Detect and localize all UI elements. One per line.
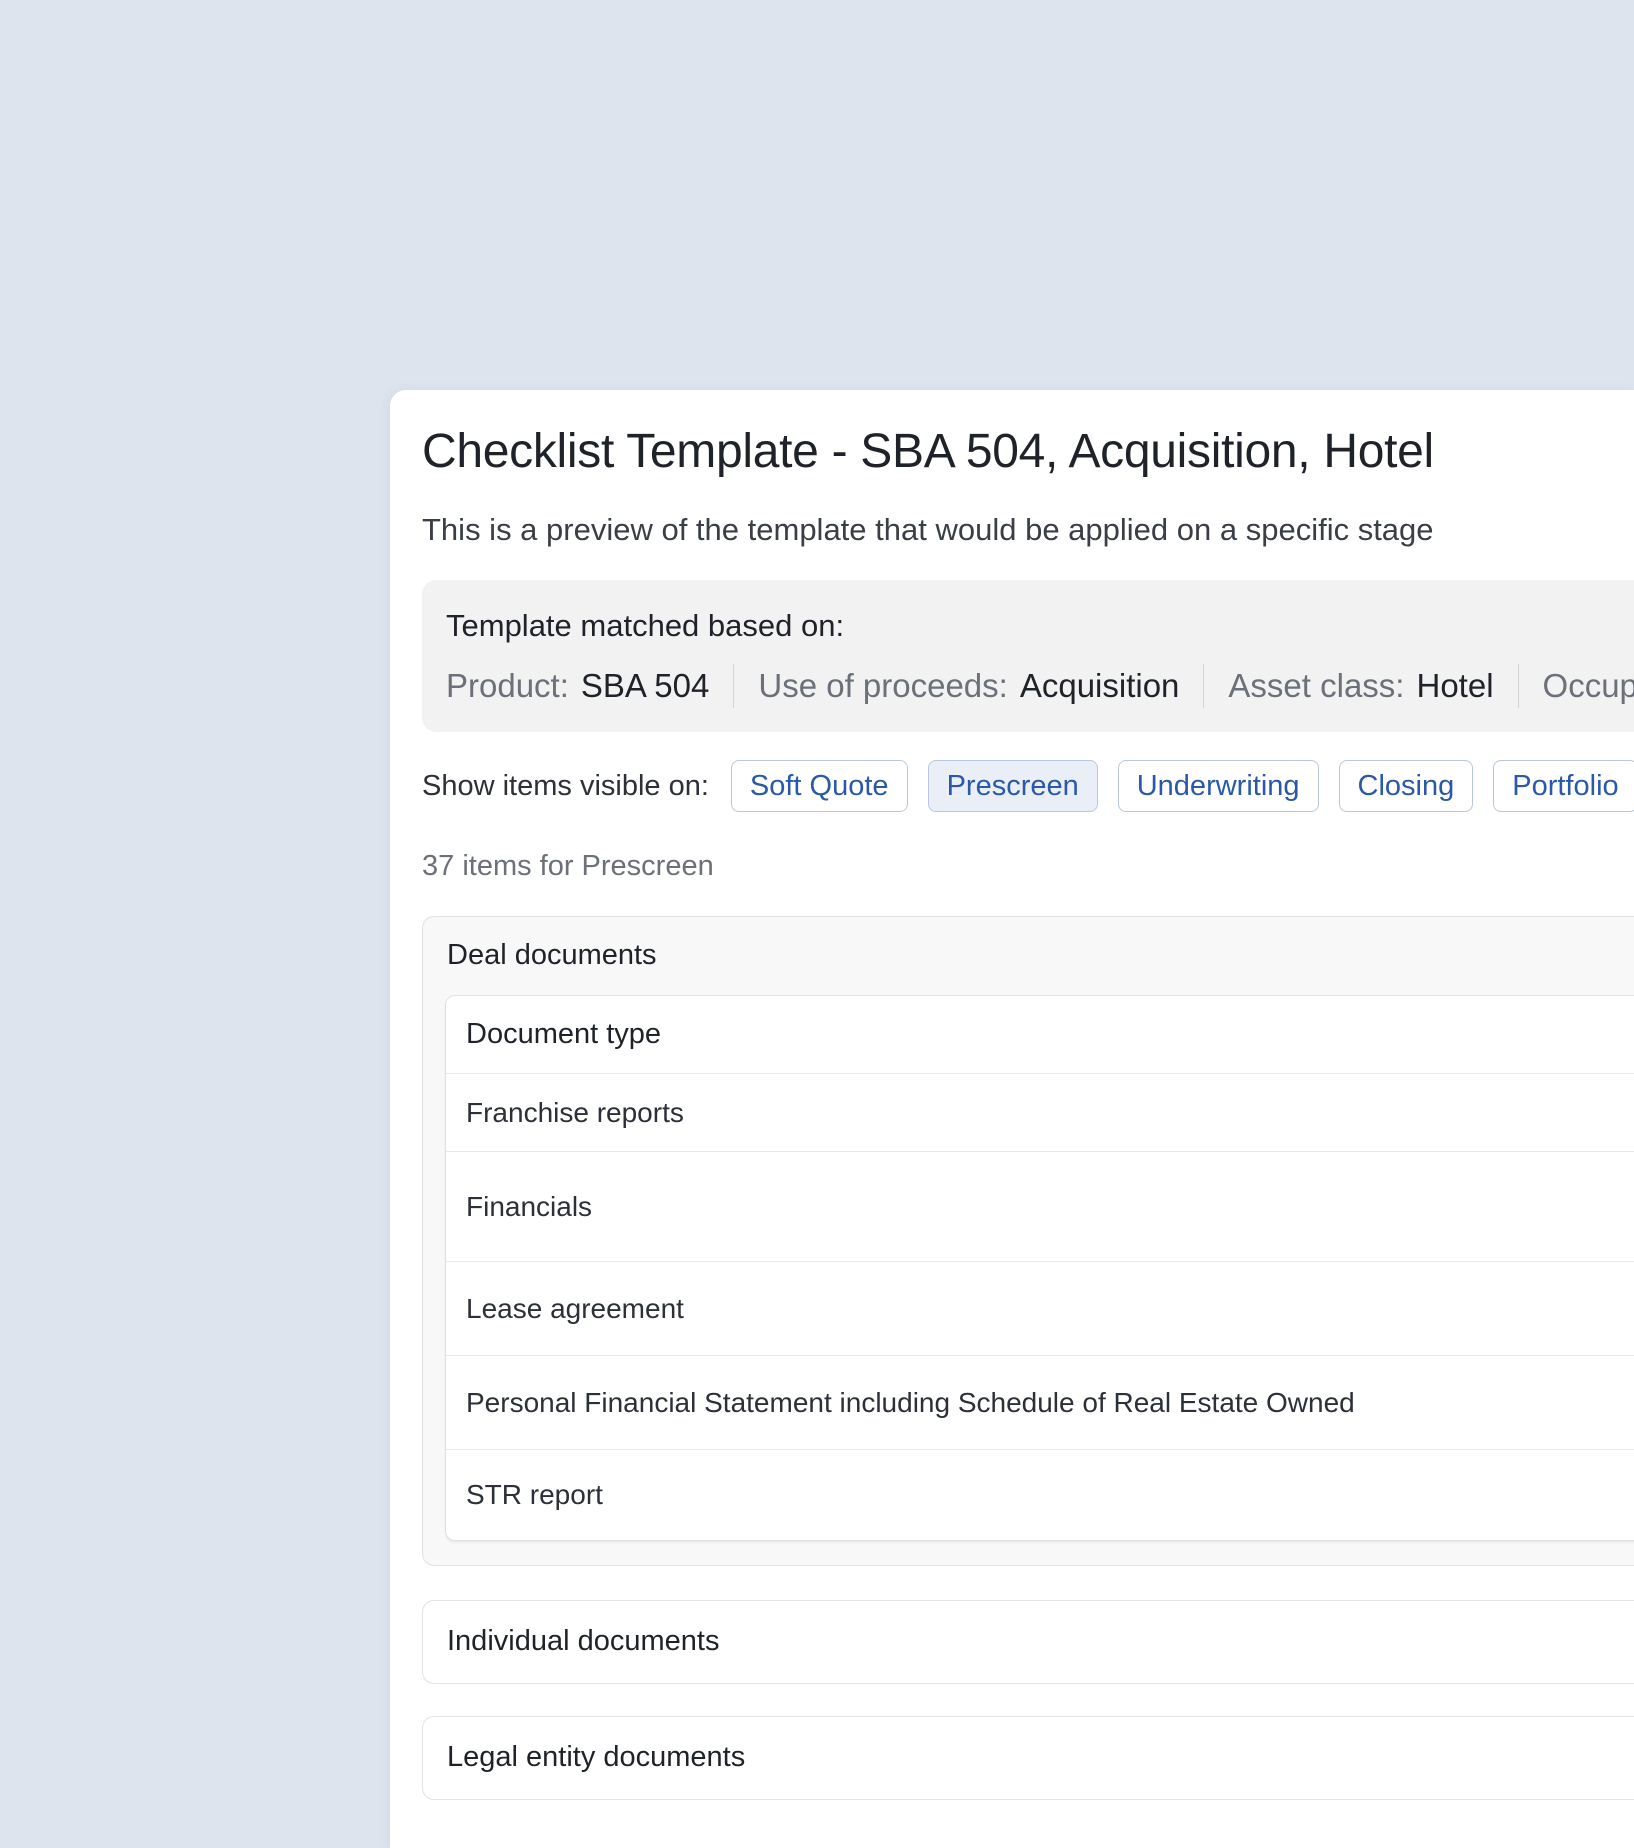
document-table: Document type Franchise reports Financia…: [445, 995, 1634, 1541]
stage-chip-closing[interactable]: Closing: [1338, 760, 1474, 812]
criterion-label: Asset class:: [1228, 667, 1405, 704]
section-title: Legal entity documents: [447, 1741, 746, 1773]
template-match-box: Template matched based on: Product: SBA …: [422, 580, 1634, 732]
criterion-asset-class: Asset class: Hotel: [1228, 664, 1493, 708]
section-title: Individual documents: [447, 1625, 720, 1657]
section-deal-documents: Deal documents Document type Franchise r…: [422, 916, 1634, 1566]
criterion-label: Use of proceeds:: [758, 667, 1008, 704]
criterion-occupancy: Occupan: [1543, 664, 1634, 708]
stage-filter-label: Show items visible on:: [422, 769, 709, 802]
table-row: STR report: [466, 1479, 603, 1510]
page-subtitle: This is a preview of the template that w…: [422, 512, 1434, 547]
criterion-label: Occupan: [1542, 667, 1634, 704]
table-row: Franchise reports: [446, 1074, 1634, 1152]
items-count: 37 items for Prescreen: [422, 850, 714, 882]
table-row: Personal Financial Statement including S…: [446, 1356, 1634, 1450]
page-title: Checklist Template - SBA 504, Acquisitio…: [422, 425, 1434, 478]
stage-chip-prescreen[interactable]: Prescreen: [927, 760, 1098, 812]
section-title[interactable]: Deal documents: [447, 939, 657, 972]
section-legal-entity-documents[interactable]: Legal entity documents: [422, 1716, 1634, 1800]
criterion-value: Acquisition: [1019, 667, 1180, 704]
criterion-product: Product: SBA 504: [446, 664, 709, 708]
criterion-value: SBA 504: [580, 667, 710, 704]
match-heading: Template matched based on:: [446, 608, 845, 643]
stage-chip-portfolio[interactable]: Portfolio: [1493, 760, 1634, 812]
section-individual-documents[interactable]: Individual documents: [422, 1600, 1634, 1684]
stage-chip-soft-quote[interactable]: Soft Quote: [730, 760, 908, 812]
match-criteria: Product: SBA 504 Use of proceeds: Acquis…: [446, 664, 1634, 708]
table-header: Document type: [446, 996, 1634, 1074]
criterion-value: Hotel: [1416, 667, 1494, 704]
stage-visibility-filter: Show items visible on: Soft Quote Prescr…: [422, 760, 1634, 812]
stage-chip-underwriting[interactable]: Underwriting: [1117, 760, 1319, 812]
criterion-label: Product:: [446, 667, 569, 704]
criterion-divider: [1203, 664, 1205, 708]
criterion-use-of-proceeds: Use of proceeds: Acquisition: [758, 664, 1179, 708]
checklist-template-panel: Checklist Template - SBA 504, Acquisitio…: [390, 390, 1634, 1848]
table-row: Lease agreement: [446, 1262, 1634, 1356]
table-row: Financials: [446, 1152, 1634, 1262]
criterion-divider: [733, 664, 735, 708]
criterion-divider: [1517, 664, 1519, 708]
